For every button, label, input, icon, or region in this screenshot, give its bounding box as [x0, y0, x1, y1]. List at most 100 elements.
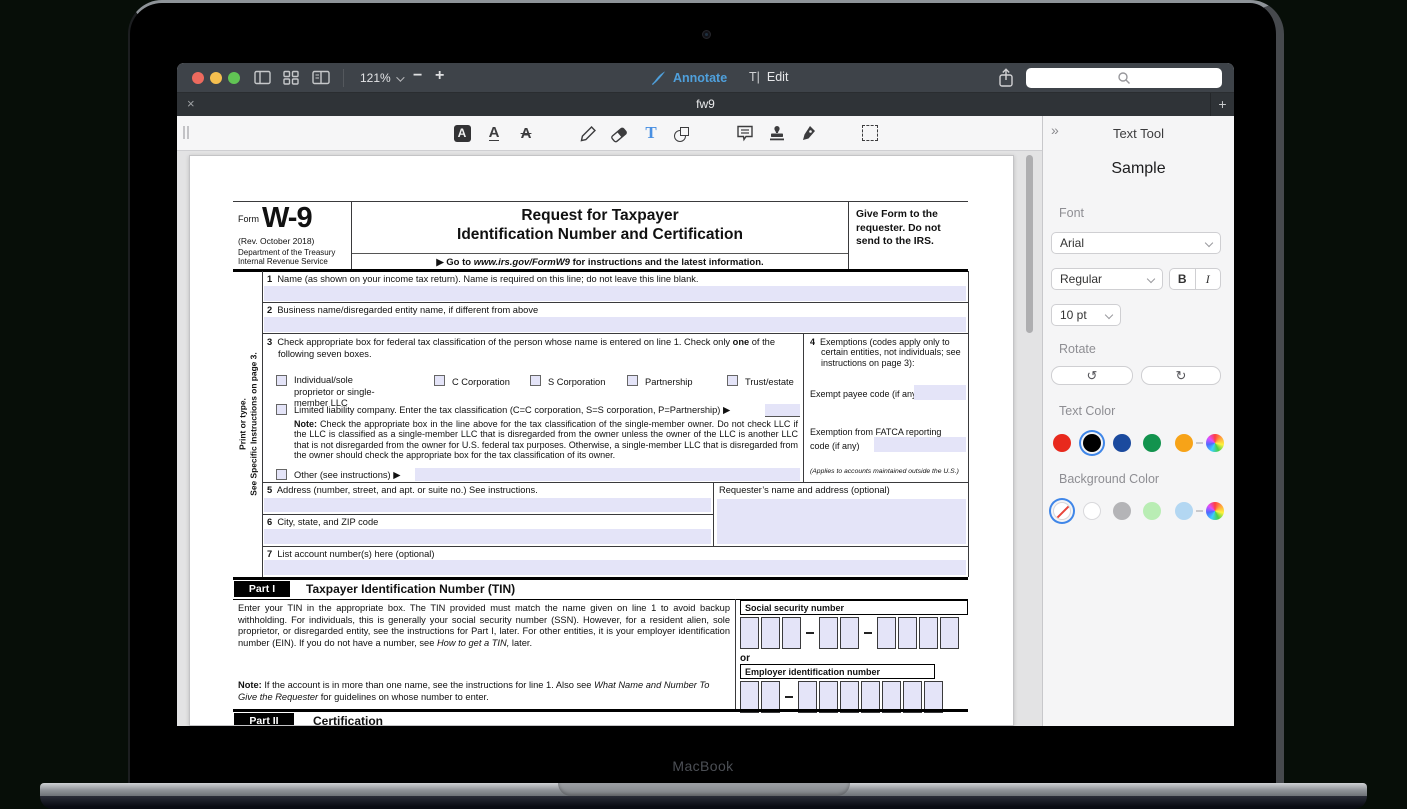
minimize-window-button[interactable] — [210, 72, 222, 84]
chevron-down-icon — [396, 73, 404, 81]
search-input[interactable] — [1026, 68, 1222, 88]
font-section-label: Font — [1059, 206, 1084, 220]
text-color-orange-swatch[interactable] — [1175, 434, 1193, 452]
sidebar-toggle-icon[interactable] — [254, 70, 271, 85]
panel-title: Text Tool — [1043, 126, 1234, 141]
other-input[interactable] — [415, 468, 800, 481]
background-color-green-swatch[interactable] — [1143, 502, 1161, 520]
macbook-thumb-notch — [558, 783, 850, 796]
strikethrough-text-tool[interactable]: A — [513, 121, 539, 145]
llc-label: Limited liability company. Enter the tax… — [294, 405, 764, 417]
rotate-left-icon: ↺ — [1087, 368, 1098, 383]
note-comment-tool[interactable] — [732, 121, 758, 145]
annotate-tab[interactable]: Annotate — [650, 69, 727, 86]
checkbox-partnership-label: Partnership — [645, 377, 693, 389]
edit-text-icon: T| — [749, 70, 760, 84]
requester-label: Requester’s name and address (optional) — [719, 485, 964, 497]
selection-marquee-tool[interactable] — [857, 121, 883, 145]
line1-label: 1 Name (as shown on your income tax retu… — [267, 274, 962, 286]
form-title: Request for Taxpayer Identification Numb… — [355, 206, 845, 244]
llc-classification-input[interactable] — [765, 404, 800, 417]
rotate-right-icon: ↻ — [1176, 368, 1187, 383]
pencil-tool[interactable] — [575, 121, 601, 145]
close-window-button[interactable] — [192, 72, 204, 84]
text-tool-panel: » Text Tool Sample Font Arial Regular B … — [1042, 116, 1234, 726]
line5-input[interactable] — [264, 498, 711, 512]
macbook-brand-label: MacBook — [130, 758, 1276, 774]
toolbar-drag-handle[interactable] — [183, 126, 189, 139]
text-color-black-swatch[interactable] — [1083, 434, 1101, 452]
checkbox-trust[interactable] — [727, 375, 738, 386]
italic-button[interactable]: I — [1196, 269, 1221, 289]
edit-tab[interactable]: T|Edit — [749, 70, 788, 84]
line2-input[interactable] — [264, 317, 966, 332]
text-color-custom-swatch[interactable] — [1206, 434, 1224, 452]
swatch-separator — [1196, 510, 1203, 512]
checkbox-s-corp-label: S Corporation — [548, 377, 605, 389]
ssn-cell[interactable] — [940, 617, 959, 649]
checkbox-other[interactable] — [276, 469, 287, 480]
background-color-blue-swatch[interactable] — [1175, 502, 1193, 520]
ssn-cell[interactable] — [877, 617, 896, 649]
form-revision: (Rev. October 2018) — [238, 236, 314, 246]
eraser-tool[interactable] — [606, 121, 632, 145]
ssn-cell[interactable] — [840, 617, 859, 649]
ssn-cell[interactable] — [740, 617, 759, 649]
ssn-cell[interactable] — [819, 617, 838, 649]
give-form-note: Give Form to the requester. Do not send … — [856, 208, 964, 249]
line6-input[interactable] — [264, 529, 711, 544]
vertical-scrollbar[interactable] — [1026, 155, 1033, 333]
line7-label: 7 List account number(s) here (optional) — [267, 549, 434, 561]
font-family-select[interactable]: Arial — [1051, 232, 1221, 254]
text-color-blue-swatch[interactable] — [1113, 434, 1131, 452]
text-color-section-label: Text Color — [1059, 404, 1115, 418]
font-weight-select[interactable]: Regular — [1051, 268, 1163, 290]
stamp-tool[interactable] — [764, 121, 790, 145]
checkbox-individual[interactable] — [276, 375, 287, 386]
ein-label-box: Employer identification number — [740, 664, 935, 679]
background-color-custom-swatch[interactable] — [1206, 502, 1224, 520]
chevron-down-icon — [1205, 239, 1213, 247]
shape-tool[interactable] — [670, 121, 696, 145]
form-number: W-9 — [262, 202, 312, 235]
exempt-payee-input[interactable] — [914, 385, 966, 400]
ssn-cell[interactable] — [898, 617, 917, 649]
background-color-gray-swatch[interactable] — [1113, 502, 1131, 520]
signature-pen-tool[interactable] — [795, 121, 821, 145]
line7-input[interactable] — [264, 560, 966, 575]
fatca-label-1: Exemption from FATCA reporting — [810, 427, 941, 437]
ssn-cell[interactable] — [782, 617, 801, 649]
text-color-green-swatch[interactable] — [1143, 434, 1161, 452]
ssn-cell[interactable] — [761, 617, 780, 649]
two-page-view-icon[interactable] — [312, 70, 330, 85]
fatca-input[interactable] — [874, 437, 966, 452]
requester-input[interactable] — [717, 499, 966, 544]
zoom-in-button[interactable]: + — [435, 67, 444, 85]
checkbox-c-corp[interactable] — [434, 375, 445, 386]
ssn-cell[interactable] — [919, 617, 938, 649]
zoom-out-button[interactable]: − — [413, 67, 422, 85]
background-color-white-swatch[interactable] — [1083, 502, 1101, 520]
rotate-left-button[interactable]: ↺ — [1051, 366, 1133, 385]
document-tab[interactable]: fw9 — [177, 97, 1234, 111]
font-size-select[interactable]: 10 pt — [1051, 304, 1121, 326]
text-color-red-swatch[interactable] — [1053, 434, 1071, 452]
annotate-pen-icon — [650, 69, 667, 86]
thumbnails-view-icon[interactable] — [283, 70, 299, 85]
maximize-window-button[interactable] — [228, 72, 240, 84]
highlight-text-tool[interactable]: A — [449, 121, 475, 145]
checkbox-s-corp[interactable] — [530, 375, 541, 386]
underline-text-tool[interactable]: A — [481, 121, 507, 145]
bold-button[interactable]: B — [1170, 269, 1195, 289]
side-instructions: Print or type. See Specific Instructions… — [233, 271, 262, 577]
text-tool[interactable]: T — [638, 121, 664, 145]
rotate-right-button[interactable]: ↻ — [1141, 366, 1221, 385]
new-tab-button[interactable]: + — [1210, 93, 1234, 116]
background-color-none-swatch[interactable] — [1053, 502, 1071, 520]
zoom-level-dropdown[interactable]: 121% — [360, 71, 402, 85]
or-label: or — [740, 653, 750, 664]
share-icon[interactable] — [998, 68, 1014, 88]
checkbox-partnership[interactable] — [627, 375, 638, 386]
checkbox-llc[interactable] — [276, 404, 287, 415]
line1-input[interactable] — [264, 286, 966, 301]
